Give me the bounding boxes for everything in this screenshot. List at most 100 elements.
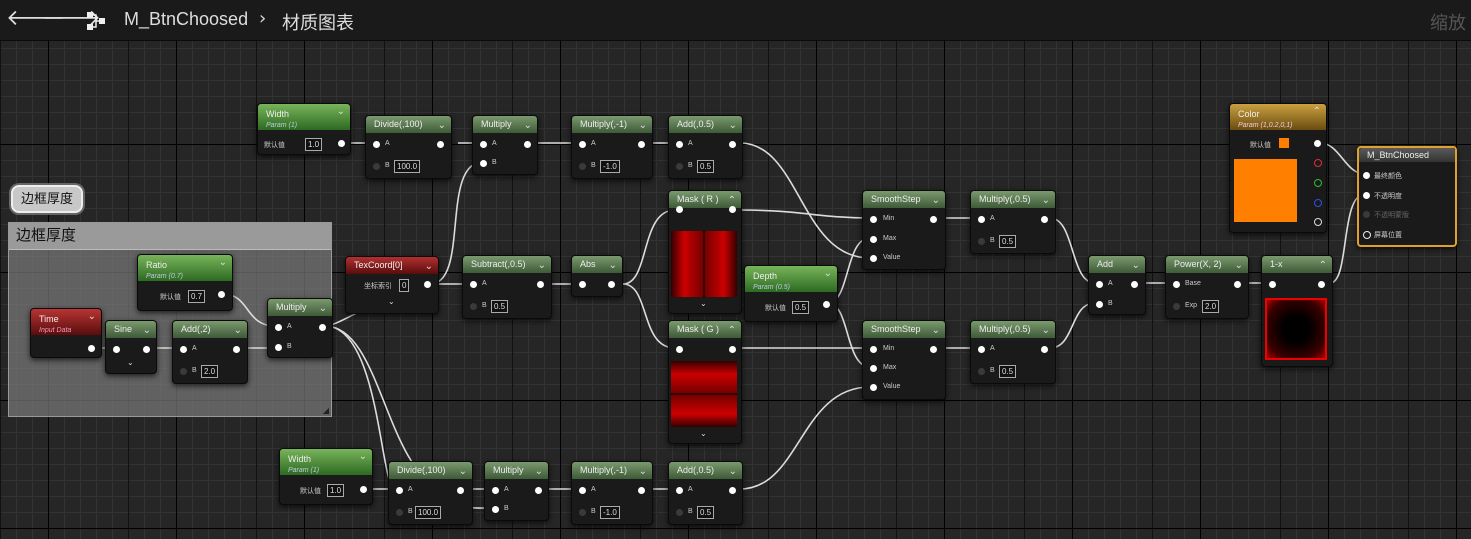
collapse-icon[interactable]: ⌃	[1313, 105, 1321, 119]
node-multiply-bottom[interactable]: Multiply ⌄ A B	[484, 461, 549, 521]
input-pin-a[interactable]	[579, 487, 586, 494]
chevron-down-icon[interactable]: ⌄	[535, 463, 543, 480]
chevron-down-icon[interactable]: ⌄	[234, 322, 242, 339]
b-value-field[interactable]: 100.0	[394, 160, 421, 173]
output-pin-r[interactable]	[1314, 159, 1322, 167]
node-power[interactable]: Power(X, 2) ⌄ Base Exp 2.0	[1165, 255, 1249, 319]
input-pin-a[interactable]	[373, 141, 380, 148]
value-field[interactable]: 1.0	[305, 138, 323, 151]
node-sine[interactable]: Sine ⌄ ⌄	[105, 320, 157, 374]
output-pin[interactable]	[218, 291, 225, 298]
node-depth[interactable]: Depth Param (0.5) ⌄ 默认值 0.5	[744, 265, 838, 322]
input-pin-b[interactable]	[373, 163, 380, 170]
chevron-down-icon[interactable]: ⌄	[219, 256, 227, 270]
node-smoothstep-bottom[interactable]: SmoothStep ⌄ Min Max Value	[862, 320, 946, 400]
input-pin-opacity[interactable]	[1363, 192, 1370, 199]
output-pin[interactable]	[1041, 216, 1048, 223]
chevron-down-icon[interactable]: ⌄	[319, 300, 327, 317]
input-pin-value[interactable]	[870, 255, 877, 262]
node-color[interactable]: Color Param (1,0.2,0,1) ⌃ 默认值	[1229, 103, 1327, 233]
output-pin[interactable]	[729, 346, 736, 353]
b-value-field[interactable]: 0.5	[999, 235, 1017, 248]
input-pin-min[interactable]	[870, 216, 877, 223]
output-pin[interactable]	[638, 487, 645, 494]
node-time[interactable]: Time Input Data ⌄	[30, 308, 102, 358]
node-multiply-top[interactable]: Multiply ⌄ A B	[472, 115, 538, 175]
value-field[interactable]: 1.0	[327, 484, 345, 497]
value-field[interactable]: 0.7	[188, 290, 206, 303]
output-pin[interactable]	[823, 301, 830, 308]
chevron-down-icon[interactable]: ⌄	[538, 257, 546, 274]
output-pin[interactable]	[338, 140, 345, 147]
input-pin-max[interactable]	[870, 236, 877, 243]
input-pin-opacity-mask[interactable]	[1363, 211, 1370, 218]
b-value-field[interactable]: -1.0	[600, 160, 620, 173]
input-pin-a[interactable]	[1096, 281, 1103, 288]
input-pin[interactable]	[1269, 281, 1276, 288]
input-pin-b[interactable]	[978, 238, 985, 245]
chevron-down-icon[interactable]: ⌄	[932, 322, 940, 339]
chevron-down-icon[interactable]: ⌄	[337, 105, 345, 119]
b-value-field[interactable]: 0.5	[697, 160, 715, 173]
color-swatch-small[interactable]	[1279, 138, 1289, 148]
node-mask-r[interactable]: Mask ( R ) ⌃ ⌄	[668, 190, 742, 314]
input-pin-a[interactable]	[275, 324, 282, 331]
node-add2[interactable]: Add(,2) ⌄ A B 2.0	[172, 320, 248, 384]
input-pin-a[interactable]	[579, 141, 586, 148]
node-material-output[interactable]: M_BtnChoosed 最终颜色 不透明度 不透明蒙版 屏幕位置	[1357, 146, 1457, 247]
chevron-down-icon[interactable]: ⌄	[143, 322, 151, 339]
chevron-down-icon[interactable]: ⌄	[459, 463, 467, 480]
input-pin-a[interactable]	[978, 216, 985, 223]
output-pin[interactable]	[524, 141, 531, 148]
input-pin-screen-position[interactable]	[1363, 231, 1371, 239]
chevron-down-icon[interactable]: ⌄	[932, 192, 940, 209]
output-pin[interactable]	[729, 206, 736, 213]
input-pin-a[interactable]	[676, 141, 683, 148]
node-abs[interactable]: Abs ⌄	[571, 255, 623, 297]
expand-chevron-icon[interactable]: ⌄	[700, 429, 707, 438]
chevron-down-icon[interactable]: ⌄	[1235, 257, 1243, 274]
chevron-down-icon[interactable]: ⌄	[1042, 192, 1050, 209]
output-pin[interactable]	[1041, 346, 1048, 353]
input-pin-b[interactable]	[676, 509, 683, 516]
input-pin-base-color[interactable]	[1363, 172, 1370, 179]
node-texcoord[interactable]: TexCoord[0] ⌄ 坐标索引 0 ⌄	[345, 256, 439, 314]
node-multiply-half-bottom[interactable]: Multiply(,0.5) ⌄ A B 0.5	[970, 320, 1056, 384]
node-width-bottom[interactable]: Width Param (1) ⌄ 默认值 1.0	[279, 448, 373, 505]
input-pin-a[interactable]	[676, 487, 683, 494]
expand-chevron-icon[interactable]: ⌄	[388, 297, 395, 306]
output-pin[interactable]	[638, 141, 645, 148]
node-smoothstep-top[interactable]: SmoothStep ⌄ Min Max Value	[862, 190, 946, 270]
input-pin-value[interactable]	[870, 384, 877, 391]
input-pin-a[interactable]	[480, 141, 487, 148]
node-add-top[interactable]: Add(,0.5) ⌄ A B 0.5	[668, 115, 743, 179]
output-pin[interactable]	[360, 486, 367, 493]
chevron-down-icon[interactable]: ⌄	[729, 463, 737, 480]
input-pin-a[interactable]	[470, 281, 477, 288]
input-pin[interactable]	[676, 206, 683, 213]
coord-index-field[interactable]: 0	[399, 279, 410, 292]
value-field[interactable]: 0.5	[792, 301, 810, 314]
node-ratio[interactable]: Ratio Param (0.7) ⌄ 默认值 0.7	[137, 254, 233, 311]
output-pin-a[interactable]	[1314, 218, 1322, 226]
node-add-bottom[interactable]: Add(,0.5) ⌄ A B 0.5	[668, 461, 743, 525]
node-add-mid[interactable]: Add ⌄ A B	[1088, 255, 1146, 315]
node-multiply-neg-top[interactable]: Multiply(,-1) ⌄ A B -1.0	[571, 115, 653, 179]
input-pin-max[interactable]	[870, 365, 877, 372]
output-pin[interactable]	[437, 141, 444, 148]
b-value-field[interactable]: 0.5	[491, 300, 509, 313]
input-pin-exp[interactable]	[1173, 303, 1180, 310]
expand-chevron-icon[interactable]: ⌄	[127, 358, 134, 367]
b-value-field[interactable]: 0.5	[999, 365, 1017, 378]
output-pin[interactable]	[233, 346, 240, 353]
input-pin-b[interactable]	[180, 368, 187, 375]
input-pin-b[interactable]	[579, 509, 586, 516]
output-pin[interactable]	[1131, 281, 1138, 288]
input-pin-b[interactable]	[492, 506, 499, 513]
node-multiply-mid[interactable]: Multiply ⌄ A B	[267, 298, 333, 358]
chevron-down-icon[interactable]: ⌄	[359, 450, 367, 464]
node-subtract[interactable]: Subtract(,0.5) ⌄ A B 0.5	[462, 255, 552, 319]
input-pin-b[interactable]	[978, 368, 985, 375]
chevron-down-icon[interactable]: ⌄	[438, 117, 446, 134]
input-pin[interactable]	[113, 346, 120, 353]
